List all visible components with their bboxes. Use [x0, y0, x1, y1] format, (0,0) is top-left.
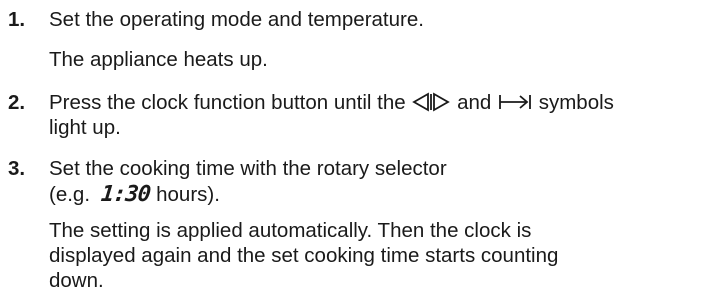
- step-result-line-3: down.: [49, 269, 104, 292]
- step-instruction-line-1: Press the clock function button until th…: [49, 91, 614, 118]
- instruction-text: Press the clock function button until th…: [49, 91, 406, 114]
- step-number: 2.: [8, 91, 26, 114]
- end-time-arrow-icon: [497, 92, 533, 118]
- duration-arrows-icon: [411, 92, 451, 118]
- display-value: 1:30: [100, 182, 152, 207]
- example-suffix: hours).: [156, 183, 220, 206]
- step-number: 3.: [8, 157, 26, 180]
- step-instruction-line-1: Set the cooking time with the rotary sel…: [49, 157, 447, 180]
- example-prefix: (e.g.: [49, 183, 91, 206]
- step-instruction-line-2: light up.: [49, 116, 121, 139]
- step-instruction-line-2: (e.g. 1:30 hours).: [49, 182, 220, 207]
- step-result-line-2: displayed again and the set cooking time…: [49, 244, 559, 267]
- instruction-text: and: [457, 91, 492, 114]
- instruction-text: symbols: [538, 91, 614, 114]
- step-result-line-1: The setting is applied automatically. Th…: [49, 219, 532, 242]
- step-result: The appliance heats up.: [49, 48, 268, 71]
- step-instruction: Set the operating mode and temperature.: [49, 8, 424, 31]
- step-number: 1.: [8, 8, 26, 31]
